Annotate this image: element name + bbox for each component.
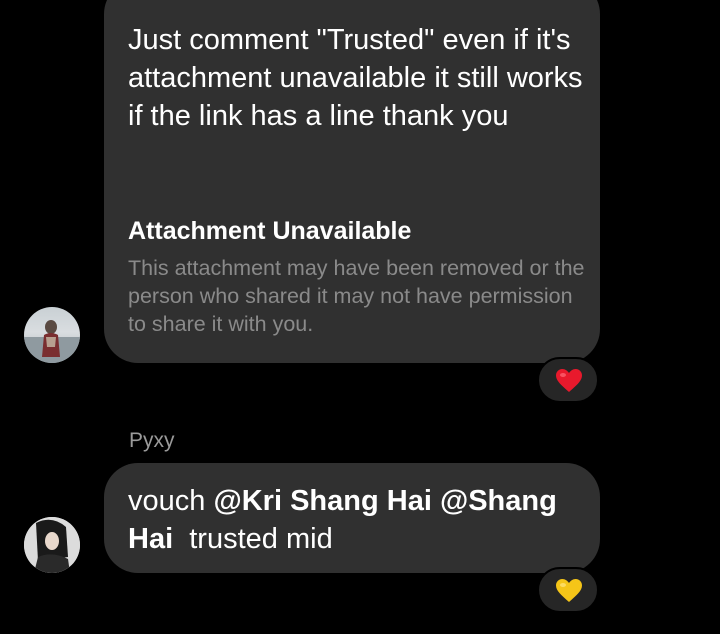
avatar-photo	[24, 517, 80, 573]
attachment-title: Attachment Unavailable	[128, 217, 412, 245]
chat-screen: Just comment "Trusted" even if it's atta…	[0, 0, 720, 634]
reaction-badge[interactable]	[537, 567, 599, 613]
attachment-description: This attachment may have been removed or…	[128, 256, 585, 336]
sender-name: Pyxy	[129, 429, 175, 452]
message-prefix: vouch	[128, 485, 214, 517]
message-bubble[interactable]: Just comment "Trusted" even if it's atta…	[104, 0, 600, 363]
mention-link[interactable]: @Kri Shang Hai	[213, 485, 431, 517]
message-text: vouch @Kri Shang Hai @Shang Hai trusted …	[128, 482, 588, 558]
avatar[interactable]	[24, 517, 80, 573]
yellow-heart-icon	[556, 579, 582, 602]
reaction-badge[interactable]	[537, 357, 599, 403]
avatar-photo	[24, 320, 80, 363]
red-heart-icon	[556, 369, 582, 392]
avatar[interactable]	[24, 307, 80, 363]
message-suffix: trusted mid	[173, 523, 333, 555]
message-text: Just comment "Trusted" even if it's atta…	[128, 24, 583, 132]
message-bubble[interactable]: vouch @Kri Shang Hai @Shang Hai trusted …	[104, 463, 600, 573]
